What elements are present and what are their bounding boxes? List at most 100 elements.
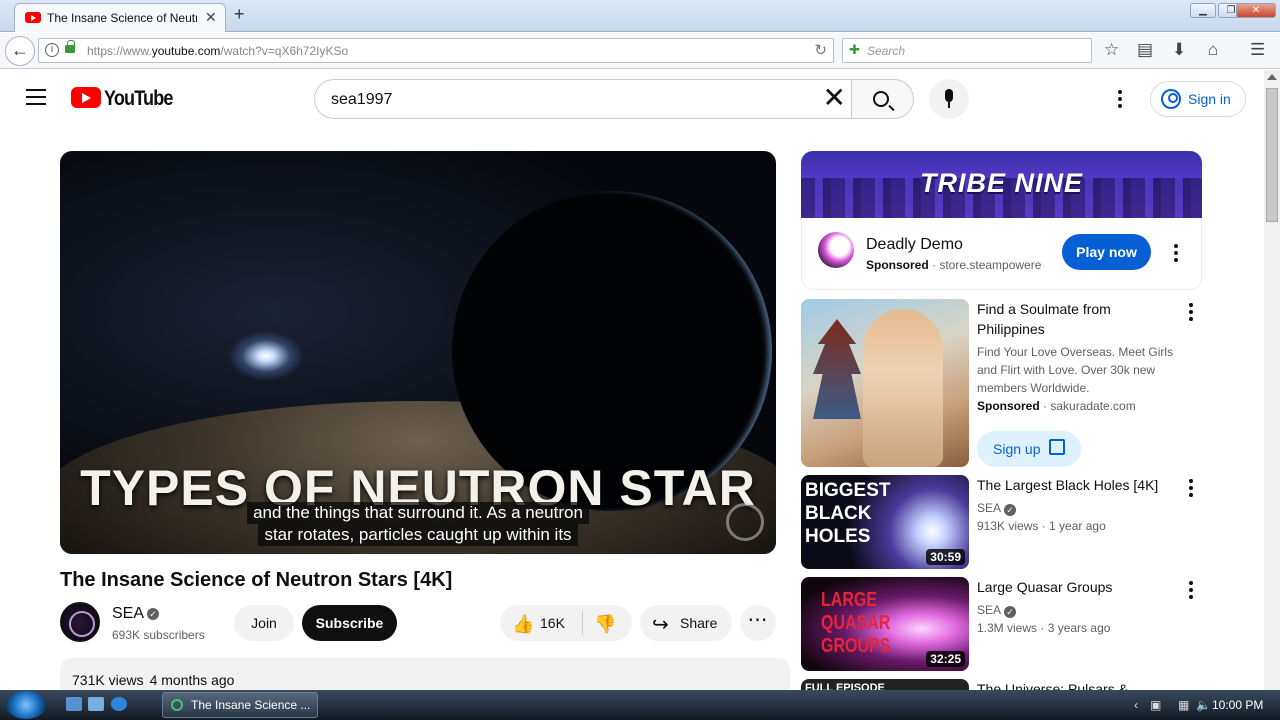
caption-line-2: star rotates, particles caught up within… <box>258 524 578 546</box>
volume-icon[interactable]: 🔈 <box>1196 698 1211 712</box>
related-thumbnail[interactable]: LARGE QUASAR GROUPS 32:25 <box>801 577 969 671</box>
account-icon <box>1161 89 1181 109</box>
address-bar[interactable]: i https://www.youtube.com/watch?v=qX6h72… <box>38 38 834 63</box>
subscriber-count: 693K subscribers <box>112 628 205 642</box>
share-icon: ↪ <box>652 614 669 636</box>
sponsored-meta: Sponsored · sakuradate.com <box>977 399 1136 413</box>
dislike-icon[interactable]: 👎 <box>594 614 616 635</box>
new-tab-button[interactable]: + <box>234 4 245 25</box>
ad-banner-title: TRIBE NINE <box>919 168 1083 198</box>
video-frame-star <box>228 331 304 381</box>
search-query: sea1997 <box>331 91 393 108</box>
related-channel[interactable]: SEA ✓ <box>977 601 1017 619</box>
person-shape <box>863 309 943 467</box>
sign-up-label: Sign up <box>993 441 1041 457</box>
verified-badge-icon: ✓ <box>1004 606 1017 618</box>
guide-menu-icon[interactable] <box>26 89 46 105</box>
window-close-button[interactable]: ✕ <box>1236 3 1276 18</box>
video-player[interactable]: TYPES OF NEUTRON STAR and the things tha… <box>60 151 776 554</box>
advertiser-logo <box>818 232 854 268</box>
verified-badge-icon: ✓ <box>147 608 159 620</box>
page-scrollbar[interactable] <box>1264 70 1280 690</box>
tray-app-icon[interactable]: ▣ <box>1150 698 1161 712</box>
scrollbar-thumb[interactable] <box>1266 88 1278 222</box>
minimize-button[interactable]: ▁ <box>1190 3 1216 18</box>
site-info-icon[interactable]: i <box>45 43 59 57</box>
like-icon[interactable]: 👍 <box>512 614 534 635</box>
library-icon[interactable]: ▤ <box>1137 40 1153 60</box>
thumbnail-text: LARGE QUASAR GROUPS <box>821 589 891 657</box>
search-button[interactable] <box>851 79 914 119</box>
show-desktop-icon[interactable] <box>66 697 82 711</box>
channel-avatar[interactable] <box>60 602 100 642</box>
voice-search-button[interactable] <box>929 79 969 119</box>
related-more-icon[interactable] <box>1189 581 1193 602</box>
like-count[interactable]: 16K <box>540 615 565 631</box>
network-icon[interactable]: ▦ <box>1178 698 1189 712</box>
related-thumbnail[interactable]: BIGGEST BLACK HOLES 30:59 <box>801 475 969 569</box>
play-now-button[interactable]: Play now <box>1062 234 1151 270</box>
more-actions-button[interactable]: ⋯ <box>740 605 776 641</box>
browser-nav-bar: ← i https://www.youtube.com/watch?v=qX6h… <box>0 33 1280 69</box>
switch-windows-icon[interactable] <box>88 697 104 711</box>
browser-tab[interactable]: The Insane Science of Neutr ✕ <box>14 3 226 32</box>
join-button[interactable]: Join <box>234 605 294 641</box>
related-stats: 913K views · 1 year ago <box>977 519 1106 533</box>
sponsored-thumbnail[interactable] <box>801 299 969 467</box>
sign-in-label: Sign in <box>1188 91 1231 107</box>
related-channel[interactable]: SEA ✓ <box>977 499 1017 517</box>
sign-up-button[interactable]: Sign up <box>977 431 1081 467</box>
channel-name[interactable]: SEA <box>112 605 144 623</box>
clear-search-icon[interactable]: ✕ <box>823 84 846 112</box>
channel-watermark-icon[interactable] <box>726 503 764 541</box>
view-info: 731K views 4 months ago <box>72 672 235 688</box>
lock-icon <box>65 40 75 53</box>
ad-card[interactable]: Deadly Demo Sponsored · store.steampower… <box>801 218 1202 290</box>
like-separator <box>582 611 583 635</box>
share-button[interactable]: ↪ Share <box>640 605 732 641</box>
start-button[interactable] <box>6 691 46 719</box>
related-more-icon[interactable] <box>1189 303 1193 324</box>
back-button[interactable]: ← <box>5 36 35 66</box>
taskbar-browser-window[interactable]: The Insane Science ... <box>162 692 318 718</box>
related-title[interactable]: The Largest Black Holes [4K] <box>977 475 1177 495</box>
related-title[interactable]: The Universe: Pulsars & <box>977 679 1177 690</box>
clock[interactable]: 10:00 PM <box>1212 698 1263 712</box>
tray-expand-icon[interactable]: ‹ <box>1134 698 1138 712</box>
youtube-logo-text[interactable]: YouTube <box>104 87 173 111</box>
video-captions: and the things that surround it. As a ne… <box>238 502 598 546</box>
ad-banner[interactable]: TRIBE NINE <box>801 151 1202 218</box>
scroll-up-icon[interactable] <box>1267 74 1277 80</box>
menu-icon[interactable]: ☰ <box>1250 40 1265 60</box>
close-tab-icon[interactable]: ✕ <box>205 9 217 26</box>
video-title: The Insane Science of Neutron Stars [4K] <box>60 569 453 591</box>
bookmark-star-icon[interactable]: ☆ <box>1104 40 1119 60</box>
related-more-icon[interactable] <box>1189 479 1193 500</box>
url-text: https://www.youtube.com/watch?v=qX6h72Iy… <box>87 44 349 58</box>
youtube-logo-icon[interactable] <box>71 87 101 108</box>
verified-badge-icon: ✓ <box>1004 504 1017 516</box>
like-dislike-group: 👍 16K 👎 <box>500 605 632 641</box>
related-title[interactable]: Large Quasar Groups <box>977 577 1177 597</box>
internet-explorer-icon[interactable] <box>111 697 127 711</box>
search-input[interactable]: sea1997 ✕ <box>314 79 852 119</box>
sponsored-description: Find Your Love Overseas. Meet Girls and F… <box>977 345 1174 395</box>
settings-more-icon[interactable] <box>1118 90 1122 108</box>
related-title[interactable]: Find a Soulmate from Philippines <box>977 299 1177 339</box>
subscribe-button[interactable]: Subscribe <box>302 605 397 641</box>
downloads-icon[interactable]: ⬇ <box>1172 40 1186 60</box>
thumbnail-text: BIGGEST BLACK HOLES <box>805 480 891 547</box>
youtube-header: YouTube sea1997 ✕ Sign in <box>0 70 1264 128</box>
caption-line-1: and the things that surround it. As a ne… <box>247 502 589 524</box>
home-icon[interactable]: ⌂ <box>1208 40 1218 60</box>
reload-icon[interactable]: ↻ <box>814 41 827 59</box>
sign-in-button[interactable]: Sign in <box>1150 81 1246 117</box>
duration-badge: 30:59 <box>926 549 965 565</box>
external-link-icon <box>1049 439 1065 455</box>
ad-more-icon[interactable] <box>1174 244 1178 265</box>
search-engine-icon: ✚ <box>849 42 860 57</box>
windows-taskbar: The Insane Science ... ‹ ▣ ▦ 🔈 10:00 PM <box>0 690 1280 720</box>
browser-search-box[interactable]: ✚ Search <box>842 38 1092 63</box>
mouse-cursor-icon <box>498 645 507 657</box>
tab-title: The Insane Science of Neutr <box>47 11 197 25</box>
